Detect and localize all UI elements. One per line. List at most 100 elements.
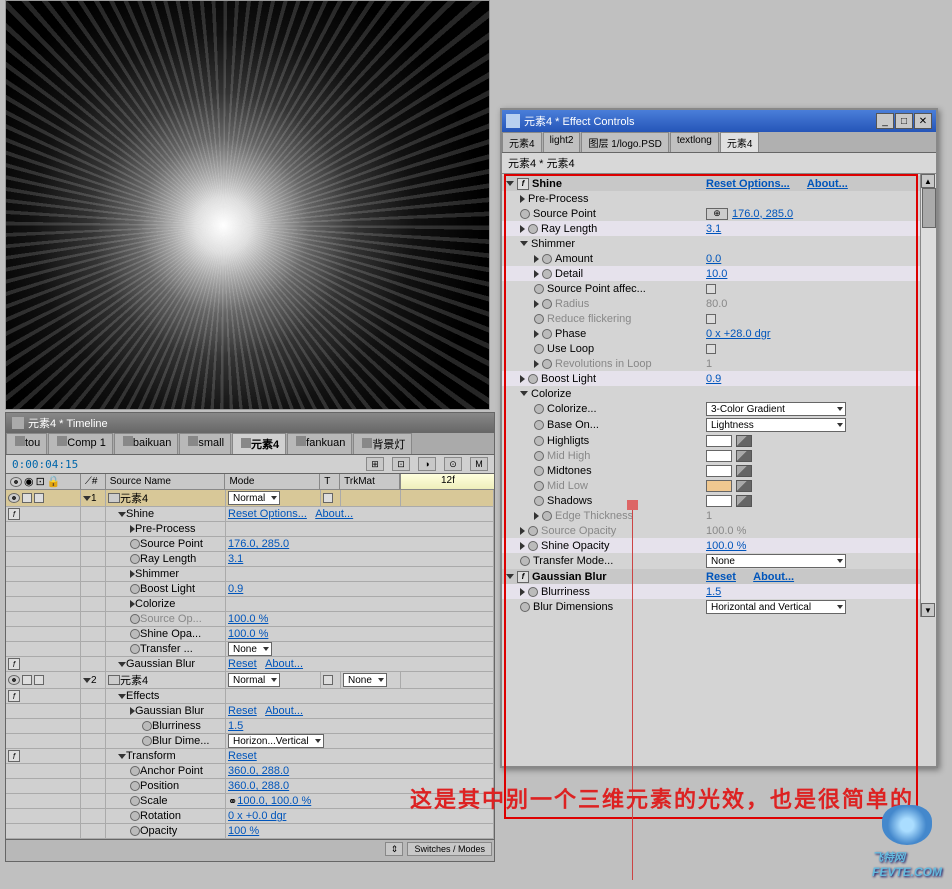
playhead-indicator[interactable] <box>632 500 633 880</box>
property-row[interactable]: Phase 0 x +28.0 dgr <box>502 326 936 341</box>
table-row[interactable]: Ray Length 3.1 <box>6 552 494 567</box>
stopwatch-icon[interactable] <box>130 826 140 836</box>
stopwatch-icon[interactable] <box>528 224 538 234</box>
property-row[interactable]: Reduce flickering <box>502 311 936 326</box>
eyedropper-icon[interactable] <box>736 450 752 462</box>
stopwatch-icon[interactable] <box>542 299 552 309</box>
about-link[interactable]: About... <box>265 658 303 670</box>
expand-icon[interactable] <box>520 241 528 246</box>
table-row[interactable]: 2 元素4 Normal None <box>6 672 494 689</box>
stopwatch-icon[interactable] <box>130 629 140 639</box>
expand-icon[interactable] <box>534 255 539 263</box>
chain-icon[interactable]: ⚭ <box>228 795 237 808</box>
stopwatch-icon[interactable] <box>528 541 538 551</box>
hdr-switches[interactable]: ◉ ⊡ 🔒 <box>6 474 81 489</box>
property-row[interactable]: Colorize... 3-Color Gradient <box>502 401 936 417</box>
stopwatch-icon[interactable] <box>520 209 530 219</box>
prop-value[interactable]: 100.0 % <box>228 613 268 625</box>
expand-icon[interactable] <box>534 270 539 278</box>
prop-value[interactable]: 100.0 % <box>706 525 746 537</box>
stopwatch-icon[interactable] <box>542 359 552 369</box>
expand-icon[interactable] <box>506 181 514 186</box>
stopwatch-icon[interactable] <box>528 587 538 597</box>
close-button[interactable]: ✕ <box>914 113 932 129</box>
property-row[interactable]: Transfer Mode... None <box>502 553 936 569</box>
stopwatch-icon[interactable] <box>528 374 538 384</box>
about-link[interactable]: About... <box>265 705 303 717</box>
prop-value[interactable]: 0 x +28.0 dgr <box>706 328 771 340</box>
stopwatch-icon[interactable] <box>534 314 544 324</box>
table-row[interactable]: f Shine Reset Options... About... <box>6 507 494 522</box>
property-row[interactable]: Radius 80.0 <box>502 296 936 311</box>
expand-icon[interactable] <box>520 391 528 396</box>
reset-link[interactable]: Reset <box>706 571 736 583</box>
solo-box[interactable] <box>22 493 32 503</box>
ec-titlebar[interactable]: 元素4 * Effect Controls _ □ ✕ <box>502 110 936 132</box>
prop-value[interactable]: 100.0 % <box>228 628 268 640</box>
property-row[interactable]: Boost Light 0.9 <box>502 371 936 386</box>
property-row[interactable]: Colorize <box>502 386 936 401</box>
property-row[interactable]: Source Opacity 100.0 % <box>502 523 936 538</box>
reset-link[interactable]: Reset <box>228 658 257 670</box>
fx-icon[interactable]: f <box>8 658 20 670</box>
stopwatch-icon[interactable] <box>528 526 538 536</box>
about-link[interactable]: About... <box>315 508 353 520</box>
stopwatch-icon[interactable] <box>130 584 140 594</box>
expand-icon[interactable] <box>118 662 126 667</box>
table-row[interactable]: Transfer ... None <box>6 642 494 657</box>
prop-dropdown[interactable]: Lightness <box>706 418 846 432</box>
property-row[interactable]: Blur Dimensions Horizontal and Vertical <box>502 599 936 615</box>
tc-btn-4[interactable]: ⊙ <box>444 457 462 471</box>
stopwatch-icon[interactable] <box>130 766 140 776</box>
eye-icon[interactable] <box>8 675 20 685</box>
property-row[interactable]: Detail 10.0 <box>502 266 936 281</box>
property-row[interactable]: Highligts <box>502 433 936 448</box>
property-row[interactable]: Source Point affec... <box>502 281 936 296</box>
property-row[interactable]: Ray Length 3.1 <box>502 221 936 236</box>
lock-box[interactable] <box>34 675 44 685</box>
property-row[interactable]: Shimmer <box>502 236 936 251</box>
effect-header[interactable]: f Shine Reset Options... About... <box>502 176 936 191</box>
expand-icon[interactable] <box>520 225 525 233</box>
prop-value[interactable]: 100 % <box>228 825 259 837</box>
maximize-button[interactable]: □ <box>895 113 913 129</box>
expand-icon[interactable] <box>520 588 525 596</box>
prop-dropdown[interactable]: 3-Color Gradient <box>706 402 846 416</box>
expand-icon[interactable] <box>520 195 525 203</box>
stopwatch-icon[interactable] <box>520 556 530 566</box>
prop-value[interactable]: 0.9 <box>706 373 721 385</box>
stopwatch-icon[interactable] <box>534 404 544 414</box>
property-row[interactable]: Pre-Process <box>502 191 936 206</box>
stopwatch-icon[interactable] <box>130 796 140 806</box>
property-row[interactable]: Blurriness 1.5 <box>502 584 936 599</box>
timeline-tab[interactable]: fankuan <box>287 433 352 454</box>
effect-header[interactable]: f Gaussian Blur Reset About... <box>502 569 936 584</box>
expand-icon[interactable] <box>534 300 539 308</box>
expand-icon[interactable] <box>534 360 539 368</box>
scroll-up-icon[interactable]: ▲ <box>921 174 935 188</box>
table-row[interactable]: f Gaussian Blur Reset About... <box>6 657 494 672</box>
table-row[interactable]: Boost Light 0.9 <box>6 582 494 597</box>
prop-value[interactable]: 360.0, 288.0 <box>228 765 289 777</box>
expand-icon[interactable] <box>534 512 539 520</box>
property-row[interactable]: Source Point ⊕ 176.0, 285.0 <box>502 206 936 221</box>
ec-tab[interactable]: 图层 1/logo.PSD <box>581 132 668 152</box>
minimize-button[interactable]: _ <box>876 113 894 129</box>
prop-value[interactable]: 0 x +0.0 dgr <box>228 810 286 822</box>
stopwatch-icon[interactable] <box>534 481 544 491</box>
checkbox[interactable] <box>706 284 716 294</box>
prop-value[interactable]: 1 <box>706 358 712 370</box>
switches-modes-btn[interactable]: Switches / Modes <box>407 842 492 856</box>
hdr-source[interactable]: Source Name <box>106 474 226 489</box>
expand-icon[interactable] <box>520 542 525 550</box>
table-row[interactable]: Anchor Point 360.0, 288.0 <box>6 764 494 779</box>
about-link[interactable]: About... <box>807 178 848 190</box>
table-row[interactable]: 1 元素4 Normal <box>6 490 494 507</box>
table-row[interactable]: Shimmer <box>6 567 494 582</box>
prop-dropdown[interactable]: Horizon...Vertical <box>228 734 324 748</box>
stopwatch-icon[interactable] <box>130 554 140 564</box>
stopwatch-icon[interactable] <box>534 466 544 476</box>
prop-value[interactable]: 1.5 <box>228 720 243 732</box>
table-row[interactable]: Blur Dime... Horizon...Vertical <box>6 734 494 749</box>
property-row[interactable]: Base On... Lightness <box>502 417 936 433</box>
